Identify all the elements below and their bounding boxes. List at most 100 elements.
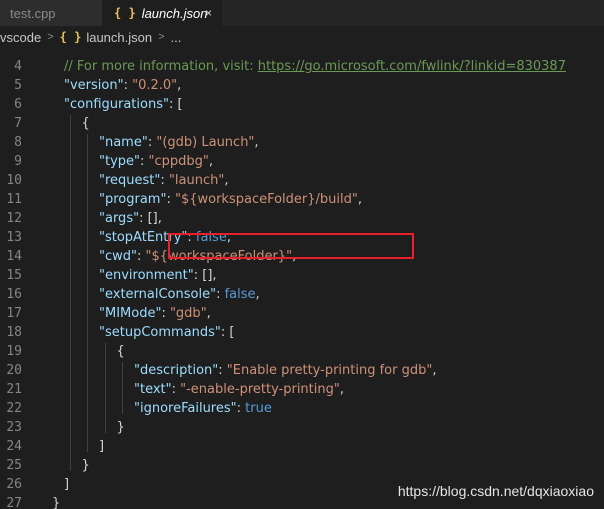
code-token: "-enable-pretty-printing" (180, 382, 340, 397)
close-icon[interactable]: × (205, 6, 212, 20)
breadcrumb-folder[interactable]: vscode (0, 30, 41, 45)
code-token: , (432, 363, 437, 378)
code-line: 5 "version": "0.2.0", (0, 76, 604, 95)
code-text: } (117, 418, 125, 437)
code-token: } (52, 496, 61, 509)
line-number: 22 (6, 401, 22, 416)
tab-test-cpp[interactable]: test.cpp (0, 0, 102, 26)
code-line: 9 "type": "cppdbg", (0, 152, 604, 171)
code-text: } (82, 456, 90, 475)
code-token: } (81, 458, 90, 473)
code-token: , (208, 154, 214, 169)
line-number: 11 (6, 192, 22, 207)
link-text[interactable]: https://go.microsoft.com/fwlink/?linkid=… (258, 59, 566, 74)
code-token: ] (99, 439, 105, 454)
code-line: 25} (0, 456, 604, 475)
line-number: 17 (6, 306, 22, 321)
code-token: : (171, 382, 181, 397)
code-line: 15 "environment": [], (0, 266, 604, 285)
code-token: : (123, 78, 133, 93)
code-text: } (52, 494, 60, 509)
line-number: 15 (6, 268, 22, 283)
code-token: "description" (134, 363, 219, 378)
code-text: "configurations": [ (64, 95, 183, 114)
code-text: { (117, 342, 125, 361)
code-line: 20 "description": "Enable pretty-printing… (0, 361, 604, 380)
code-line: 12 "args": [], (0, 209, 604, 228)
line-number: 23 (6, 420, 22, 435)
watermark-text: https://blog.csdn.net/dqxiaoxiao (397, 483, 594, 499)
code-line: 4 // For more information, visit: https:/… (0, 57, 604, 76)
breadcrumb-more[interactable]: ... (171, 30, 182, 45)
line-number: 25 (6, 458, 22, 473)
code-text: "description": "Enable pretty-printing f… (134, 361, 436, 380)
code-token: "0.2.0" (132, 78, 178, 93)
code-token: , (206, 306, 211, 321)
code-line: 17 "MIMode": "gdb", (0, 304, 604, 323)
json-file-icon: { } (59, 30, 82, 44)
code-text: "text": "-enable-pretty-printing", (134, 380, 344, 399)
code-token: : [ (168, 97, 183, 112)
breadcrumb-file[interactable]: launch.json (86, 30, 152, 45)
code-token: , (254, 135, 259, 150)
line-number: 13 (6, 230, 22, 245)
line-number: 4 (14, 59, 22, 74)
code-token: "launch" (168, 173, 225, 188)
code-token: : (137, 249, 146, 264)
code-token: : (236, 401, 246, 416)
highlight-box (168, 233, 414, 259)
code-token: "Enable pretty-printing for gdb" (226, 363, 433, 378)
line-number: 8 (14, 135, 22, 150)
code-text: "request": "launch", (99, 171, 228, 190)
code-token: ] (64, 477, 70, 492)
indent-guide (70, 115, 71, 471)
code-token: { (116, 344, 125, 359)
code-line: 19 { (0, 342, 604, 361)
code-token: // For more information, visit: (64, 59, 258, 74)
code-token: "externalConsole" (99, 287, 217, 302)
code-line: 21 "text": "-enable-pretty-printing", (0, 380, 604, 399)
code-token: , (339, 382, 344, 397)
line-number: 16 (6, 287, 22, 302)
line-number: 12 (6, 211, 22, 226)
breadcrumb: vscode > { } launch.json > ... (0, 26, 604, 48)
code-token: , (177, 78, 182, 93)
code-token: "text" (134, 382, 172, 397)
code-line: 22 "ignoreFailures": true (0, 399, 604, 418)
code-editor[interactable]: 4 // For more information, visit: https:/… (0, 48, 604, 509)
line-number: 19 (6, 344, 22, 359)
code-token: "gdb" (169, 306, 207, 321)
code-token: "(gdb) Launch" (156, 135, 255, 150)
code-token: "${workspaceFolder}/build" (174, 192, 358, 207)
line-number: 26 (6, 477, 22, 492)
code-token: : [], (193, 268, 217, 283)
code-text: { (82, 114, 90, 133)
code-token: : (216, 287, 225, 302)
code-token: "cwd" (99, 249, 137, 264)
tab-label: test.cpp (10, 5, 56, 21)
code-line: 18 "setupCommands": [ (0, 323, 604, 342)
code-text: "setupCommands": [ (99, 323, 235, 342)
code-text: ] (64, 475, 69, 494)
json-file-icon: { } (114, 6, 136, 20)
code-token: , (357, 192, 362, 207)
tab-launch-json[interactable]: { } launch.json × (102, 0, 222, 26)
line-number: 14 (6, 249, 22, 264)
code-text: "program": "${workspaceFolder}/build", (99, 190, 362, 209)
code-token: : (161, 306, 170, 321)
code-text: "version": "0.2.0", (64, 76, 181, 95)
line-number: 24 (6, 439, 22, 454)
code-token: : (218, 363, 227, 378)
code-token: : (140, 154, 149, 169)
code-text: "ignoreFailures": true (134, 399, 272, 418)
code-token: { (81, 116, 90, 131)
code-line: 8 "name": "(gdb) Launch", (0, 133, 604, 152)
code-token: } (116, 420, 125, 435)
code-token: "setupCommands" (99, 325, 221, 340)
code-token: "ignoreFailures" (134, 401, 237, 416)
line-number: 10 (6, 173, 22, 188)
tab-label: launch.json (141, 5, 208, 21)
code-token: "args" (99, 211, 140, 226)
code-token: , (255, 287, 260, 302)
code-token: : [], (139, 211, 162, 226)
